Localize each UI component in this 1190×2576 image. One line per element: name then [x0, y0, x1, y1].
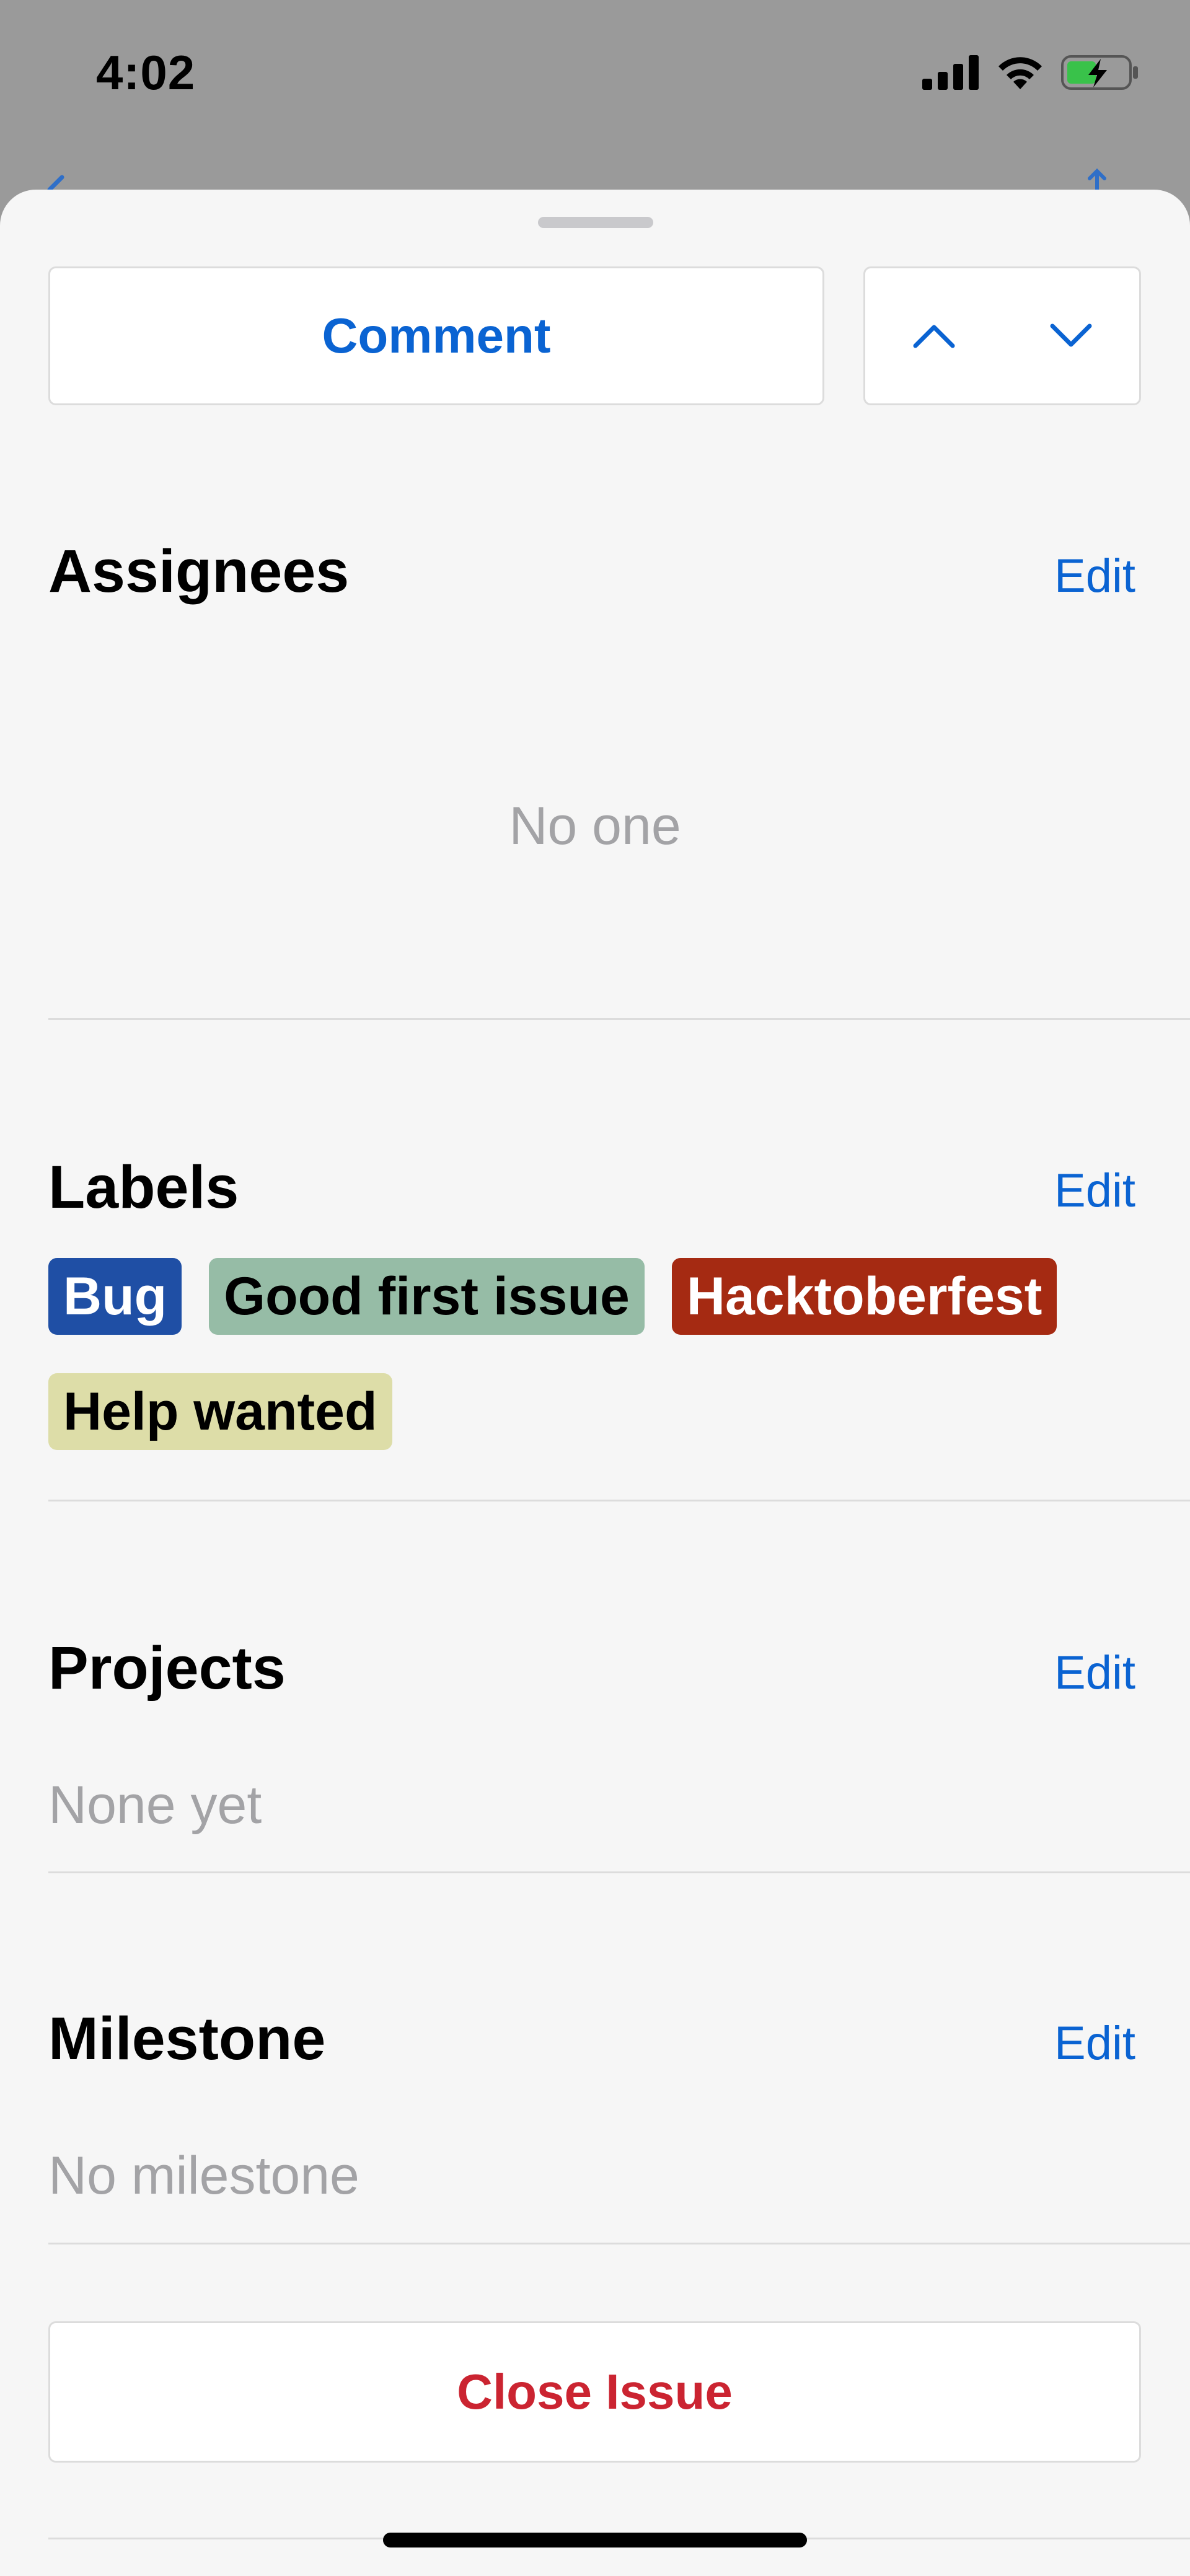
close-issue-label: Close Issue — [457, 2364, 733, 2419]
divider — [48, 2243, 1190, 2244]
milestone-empty-text: No milestone — [48, 2146, 359, 2205]
status-icons — [922, 51, 1140, 94]
divider — [48, 1018, 1190, 1020]
projects-title: Projects — [48, 1634, 286, 1702]
share-icon — [1088, 168, 1106, 191]
assignees-edit-button[interactable]: Edit — [1054, 549, 1135, 603]
projects-empty-text: None yet — [48, 1775, 262, 1835]
milestone-title: Milestone — [48, 2005, 326, 2072]
previous-button[interactable] — [891, 292, 977, 379]
assignees-title: Assignees — [48, 537, 350, 605]
cellular-signal-icon — [922, 55, 979, 90]
projects-edit-button[interactable]: Edit — [1054, 1646, 1135, 1700]
divider — [48, 1500, 1190, 1501]
chevron-down-icon — [1050, 323, 1091, 347]
status-bar: 4:02 — [0, 0, 1190, 143]
sheet-grabber[interactable] — [538, 217, 653, 228]
next-button[interactable] — [1028, 292, 1114, 379]
label-help-wanted: Help wanted — [48, 1373, 392, 1450]
chevron-up-icon — [913, 325, 954, 348]
labels-edit-button[interactable]: Edit — [1054, 1164, 1135, 1218]
assignees-empty-text: No one — [509, 796, 681, 856]
label-hacktoberfest: Hacktoberfest — [671, 1258, 1057, 1335]
close-issue-button[interactable]: Close Issue — [48, 2321, 1141, 2463]
home-indicator — [383, 2533, 807, 2547]
divider — [48, 1871, 1190, 1873]
labels-title: Labels — [48, 1153, 239, 1221]
label-bug: Bug — [48, 1258, 182, 1335]
wifi-icon — [998, 57, 1042, 89]
comment-button[interactable]: Comment — [48, 266, 824, 405]
issue-navigation — [863, 266, 1141, 405]
milestone-edit-button[interactable]: Edit — [1054, 2016, 1135, 2070]
status-time: 4:02 — [96, 45, 196, 100]
battery-charging-icon — [1061, 55, 1138, 90]
label-good-first-issue: Good first issue — [209, 1258, 645, 1335]
labels-list: Bug Good first issue Hacktoberfest Help … — [48, 1258, 1139, 1450]
comment-button-label: Comment — [322, 308, 551, 363]
issue-actions-sheet: Comment Assignees Edit No one Labels Edi… — [0, 190, 1190, 2576]
